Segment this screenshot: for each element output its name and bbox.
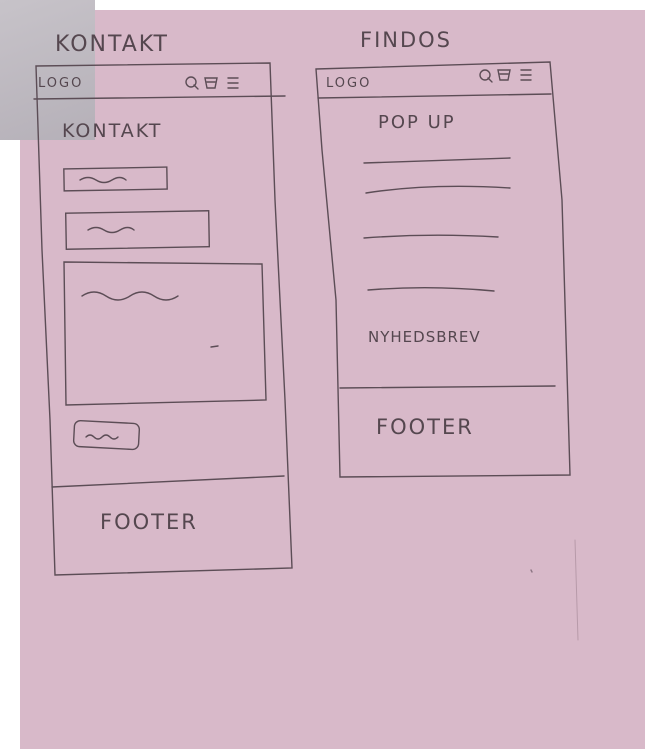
left-email-field <box>64 210 211 250</box>
left-name-field-scribble <box>79 176 127 184</box>
right-header-divider <box>317 93 552 99</box>
right-search-icon <box>479 69 493 83</box>
left-cart-icon <box>204 77 218 89</box>
right-frame-outline <box>315 61 571 478</box>
left-submit-button-scribble <box>85 434 119 440</box>
wireframe-sketch-lines <box>33 61 579 641</box>
left-menu-icon <box>227 77 239 89</box>
paper-dot-mark <box>530 569 533 573</box>
left-header-divider <box>33 95 286 100</box>
left-message-field <box>63 261 267 406</box>
left-footer-divider <box>51 475 285 488</box>
left-email-field-scribble <box>87 226 135 234</box>
paper-crease-mark <box>574 539 579 641</box>
right-menu-icon <box>520 69 532 81</box>
left-search-icon <box>185 76 199 90</box>
right-text-line-1 <box>363 157 511 164</box>
right-text-line-2 <box>365 185 511 194</box>
right-text-line-3 <box>363 234 499 239</box>
left-frame-outline <box>35 62 293 576</box>
left-message-field-scribble <box>81 291 179 301</box>
right-text-line-4 <box>367 287 495 292</box>
right-footer-divider <box>339 385 556 389</box>
right-cart-icon <box>497 69 511 81</box>
left-message-field-mark <box>210 345 219 348</box>
